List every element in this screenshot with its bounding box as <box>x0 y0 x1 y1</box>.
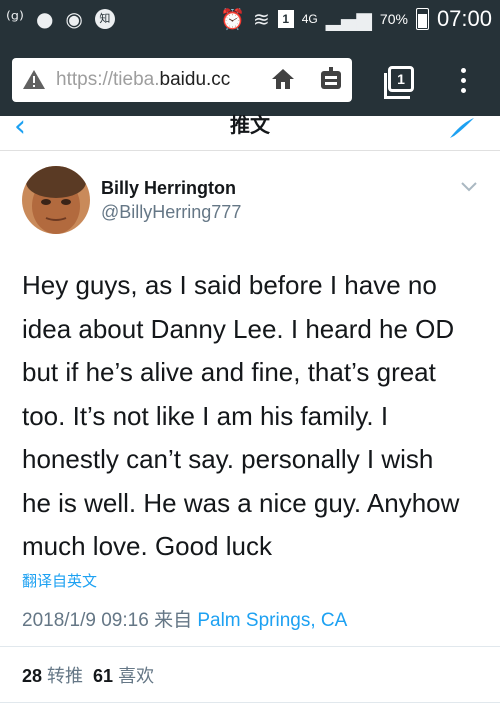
tweet-location-link[interactable]: Palm Springs, CA <box>197 610 347 631</box>
signal-bars-icon: ▂▄▆ <box>325 7 372 31</box>
page-header: ‹ 推文 <box>0 112 500 151</box>
wechat-icon: ● <box>35 7 54 31</box>
tweet-text-line: idea about Danny Lee. I heard he OD <box>22 313 455 344</box>
warning-icon <box>23 70 45 89</box>
avatar[interactable] <box>22 166 90 234</box>
tabs-button[interactable]: 1 <box>384 66 414 99</box>
chevron-down-icon[interactable] <box>460 180 478 194</box>
tweet-text: Hey guys, as I said before I have no ide… <box>22 264 490 569</box>
notification-badge-icon: 知 <box>94 9 115 29</box>
tweet-text-line: honestly can’t say. personally I wish <box>22 444 434 474</box>
home-icon[interactable] <box>270 66 296 92</box>
url-text[interactable]: https://tieba.baidu.cc <box>56 69 234 91</box>
tweet-text-line: much love. Good luck <box>22 531 273 561</box>
wifi-icon: ≋ <box>252 7 270 31</box>
status-right-icons: ⏰ ≋ 1 4G ▂▄▆ 70% 07:00 <box>220 6 492 32</box>
network-type: 4G <box>301 12 318 26</box>
overflow-menu-icon[interactable] <box>458 68 468 94</box>
battery-icon <box>415 8 429 30</box>
divider <box>0 646 500 647</box>
divider <box>0 702 500 703</box>
page-title: 推文 <box>230 115 270 137</box>
browser-toolbar: https://tieba.baidu.cc 1 <box>0 38 500 116</box>
status-bar: ⁽ᵍ⁾ ● ◉ 知 ⏰ ≋ 1 4G ▂▄▆ 70% 07:00 <box>0 0 500 38</box>
author-handle[interactable]: @BillyHerring777 <box>101 202 241 223</box>
tweet-text-line: but if he’s alive and fine, that’s great <box>22 357 436 387</box>
likes-label[interactable]: 喜欢 <box>118 666 154 686</box>
tweet-stats: 28 转推 61 喜欢 <box>22 662 164 688</box>
tweet-meta: 2018/1/9 09:16 来自 Palm Springs, CA <box>22 605 347 632</box>
robot-app-icon[interactable] <box>318 66 344 94</box>
chat-icon: ◉ <box>65 7 83 31</box>
author-name[interactable]: Billy Herrington <box>101 178 236 199</box>
battery-percent: 70% <box>379 11 408 27</box>
translate-link[interactable]: 翻译自英文 <box>22 570 97 591</box>
status-time: 07:00 <box>436 6 492 31</box>
wifi-signal-icon: ⁽ᵍ⁾ <box>6 7 24 31</box>
url-scheme: https://tieba. <box>56 69 160 90</box>
retweets-label[interactable]: 转推 <box>47 666 83 686</box>
tweet-text-line: too. It’s not like I am his family. I <box>22 400 389 431</box>
address-bar[interactable]: https://tieba.baidu.cc <box>12 58 352 102</box>
retweets-count[interactable]: 28 <box>22 666 42 686</box>
tweet-text-line: Hey guys, as I said before I have no <box>22 270 437 300</box>
tweet-timestamp: 2018/1/9 09:16 来自 <box>22 610 198 631</box>
tweet-text-line: he is well. He was a nice guy. Anyhow <box>22 487 460 518</box>
status-left-icons: ⁽ᵍ⁾ ● ◉ 知 <box>6 6 115 32</box>
compose-feather-icon[interactable] <box>446 116 476 140</box>
url-host: baidu.cc <box>159 69 231 90</box>
sim-slot-icon: 1 <box>277 10 294 28</box>
alarm-icon: ⏰ <box>220 7 245 31</box>
likes-count[interactable]: 61 <box>93 666 113 686</box>
